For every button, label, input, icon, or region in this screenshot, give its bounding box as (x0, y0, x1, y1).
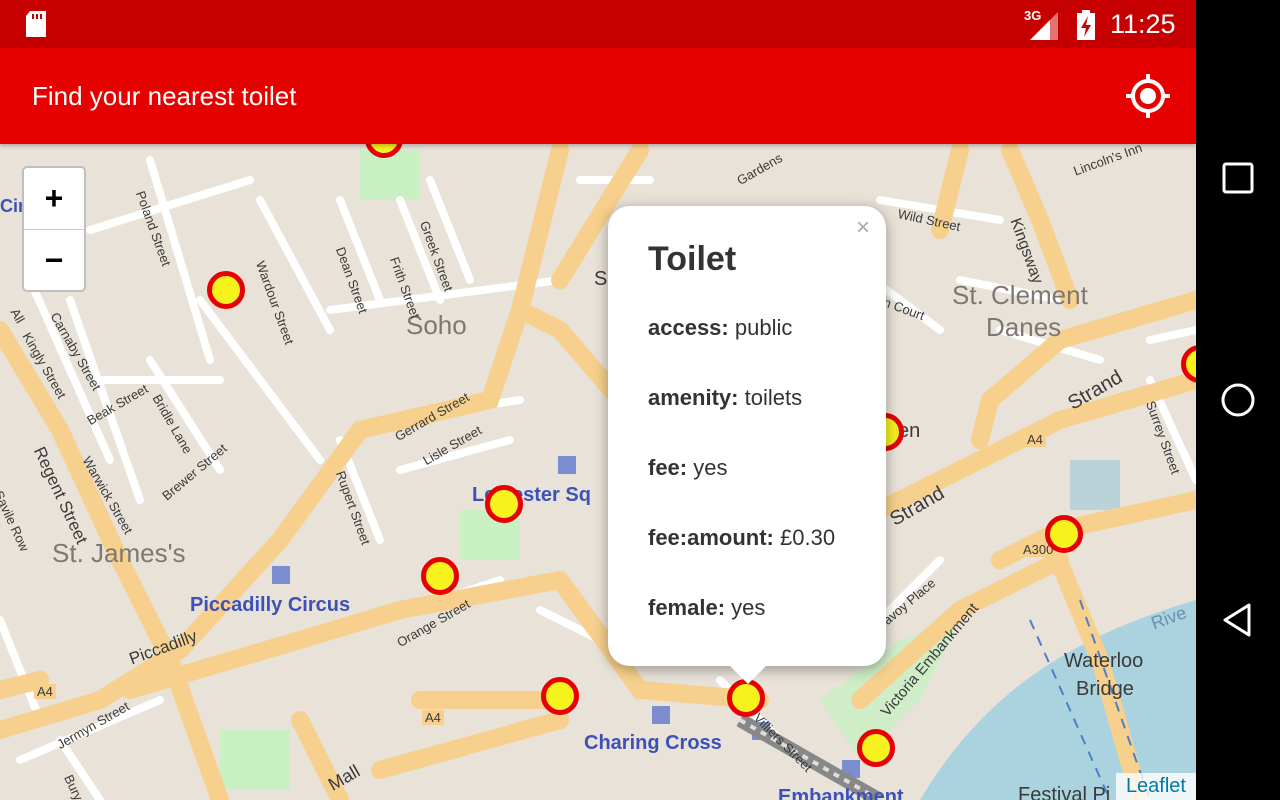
toilet-marker-strand[interactable] (1045, 515, 1083, 553)
app-title: Find your nearest toilet (32, 81, 297, 111)
map-label-waterloo: Waterloo (1064, 650, 1144, 672)
status-bar: 3G 11:25 (0, 0, 1196, 48)
map-view[interactable]: Soho St. Clement Danes St. James's Picca… (0, 144, 1196, 800)
leaflet-attribution-link[interactable]: Leaflet (1115, 773, 1196, 800)
toilet-marker-chinatown[interactable] (421, 557, 459, 595)
popup-value: £0.30 (780, 525, 836, 550)
map-label-bridge: Bridge (1076, 678, 1134, 700)
popup-value: public (734, 315, 793, 340)
popup-key: access: (648, 315, 729, 340)
popup-row-fee-amount: fee:amount: £0.30 (648, 525, 846, 551)
recents-icon[interactable] (1216, 156, 1260, 200)
map-label-danes: Danes (986, 312, 1062, 342)
toilet-marker-embankment[interactable] (857, 729, 895, 767)
popup-key: female: (648, 595, 726, 620)
popup-key: fee:amount: (648, 525, 774, 550)
popup-key: amenity: (648, 385, 739, 410)
map-label-piccadilly-circus: Piccadilly Circus (190, 594, 351, 616)
popup-close-button[interactable]: × (856, 214, 870, 242)
map-label-charing-cross: Charing Cross (584, 732, 722, 754)
popup-key: fee: (648, 455, 688, 480)
popup-row-amenity: amenity: toilets (648, 385, 846, 411)
toilet-marker-leicester-sq[interactable] (485, 485, 523, 523)
road-a4-1: A4 (34, 684, 56, 699)
zoom-out-button[interactable]: − (24, 229, 84, 290)
popup-row-female: female: yes (648, 595, 846, 621)
toilet-popup: × Toilet access: public amenity: toilets… (608, 206, 886, 684)
gps-locate-icon[interactable] (1124, 72, 1172, 120)
zoom-in-button[interactable]: + (24, 168, 84, 229)
road-a4-2: A4 (422, 710, 444, 725)
toilet-marker-trafalgar[interactable] (541, 677, 579, 715)
map-label-festival-pier: Festival Pi (1018, 784, 1111, 800)
signal-icon (1030, 12, 1058, 40)
sd-card-icon (26, 11, 46, 37)
popup-row-access: access: public (648, 315, 846, 341)
toilet-marker-carnaby[interactable] (207, 271, 245, 309)
road-a4-3: A4 (1024, 432, 1046, 447)
map-label-st-clement: St. Clement (952, 280, 1088, 310)
popup-tip (726, 662, 770, 684)
app-bar: Find your nearest toilet (0, 48, 1196, 144)
home-icon[interactable] (1216, 378, 1260, 422)
battery-icon (1077, 10, 1095, 40)
back-icon[interactable] (1216, 598, 1260, 642)
toilet-marker-charing-cross[interactable] (727, 679, 765, 717)
zoom-control: + − (22, 166, 86, 292)
navigation-bar (1196, 0, 1280, 800)
popup-value: yes (693, 455, 728, 480)
map-label-embankment: Embankment (778, 786, 904, 800)
app-screen: 3G 11:25 Find your nearest toilet Soho S… (0, 0, 1196, 800)
popup-value: toilets (744, 385, 803, 410)
popup-row-fee: fee: yes (648, 455, 846, 481)
clock: 11:25 (1110, 9, 1176, 39)
popup-value: yes (731, 595, 766, 620)
popup-title: Toilet (648, 240, 737, 278)
